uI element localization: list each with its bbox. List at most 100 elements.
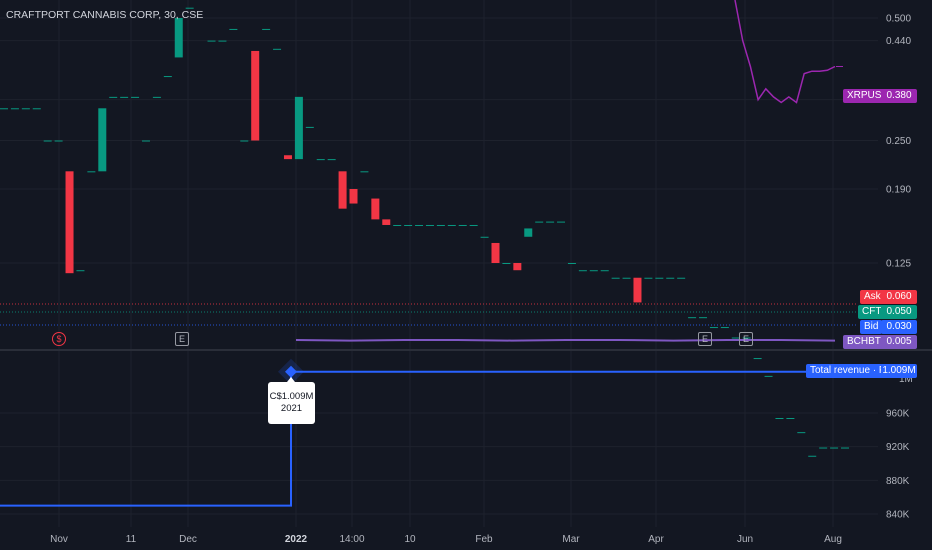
candle (21, 108, 30, 110)
candle (764, 375, 773, 377)
price-axis-tick-label: 0.500 (886, 14, 911, 25)
candle (174, 18, 183, 58)
candle (709, 327, 718, 329)
candle (546, 221, 555, 223)
revenue-axis-tick-label: 920K (886, 442, 910, 453)
candle (141, 140, 150, 142)
candle (677, 277, 686, 279)
candle (513, 263, 522, 271)
candle (316, 159, 325, 161)
time-axis-tick-label: Dec (179, 534, 197, 545)
bchbtc-line (295, 339, 836, 342)
candle (524, 228, 533, 237)
time-axis-tick-label: 2022 (285, 534, 308, 545)
chart-canvas[interactable]: 0.5000.4400.3150.2500.1900.125960K920K88… (0, 0, 932, 550)
candle (10, 108, 19, 110)
candle (207, 40, 216, 42)
candle (240, 140, 249, 142)
revenue-axis-tick-label: 880K (886, 476, 910, 487)
candle (0, 108, 8, 110)
candle (775, 418, 784, 420)
earnings-event-icon[interactable]: E (739, 332, 753, 346)
candle (469, 224, 478, 226)
candle (841, 447, 849, 449)
candle (382, 219, 391, 225)
candle (458, 224, 467, 226)
time-axis-tick-label: Aug (824, 534, 842, 545)
candle (76, 270, 85, 272)
candle (644, 277, 653, 279)
candle (43, 140, 52, 142)
earnings-event-icon[interactable]: E (698, 332, 712, 346)
candle (425, 224, 434, 226)
candle (578, 270, 587, 272)
candle (152, 96, 161, 98)
time-axis-tick-label: 10 (404, 534, 416, 545)
candle (480, 236, 489, 238)
time-axis-tick-label: 14:00 (339, 534, 364, 545)
candle (830, 447, 839, 449)
revenue-tooltip: C$1.009M 2021 (268, 382, 315, 424)
time-axis-tick-label: 11 (126, 534, 137, 545)
candle (393, 224, 402, 226)
candle (87, 171, 96, 173)
candle (98, 108, 107, 172)
candle (349, 189, 358, 204)
price-axis-tick-label: 0.125 (886, 259, 911, 270)
candle (491, 242, 500, 263)
candle (251, 50, 260, 141)
candle (753, 358, 762, 360)
candle (557, 221, 566, 223)
candle (567, 263, 576, 264)
ask-value: 0.060 (881, 290, 917, 304)
time-axis-tick-label: Feb (475, 534, 493, 545)
candle (327, 159, 336, 161)
candle (720, 327, 729, 329)
time-axis-tick-label: Apr (648, 534, 664, 545)
candle (109, 96, 118, 98)
candle (229, 28, 238, 30)
candle (218, 40, 227, 42)
candle (163, 76, 172, 78)
price-axis-tick-label: 0.190 (886, 185, 911, 196)
candle (655, 277, 664, 279)
candle (666, 277, 675, 279)
candle (447, 224, 456, 226)
candle (589, 270, 598, 272)
candle (633, 277, 642, 303)
earnings-event-icon[interactable]: E (175, 332, 189, 346)
xrpusd-value: 0.380 (881, 89, 917, 103)
bid-label: Bid (860, 320, 883, 334)
price-axis-tick-label: 0.440 (886, 36, 911, 47)
candle (120, 96, 129, 98)
candle (600, 270, 609, 272)
time-axis-tick-label: Nov (50, 534, 68, 545)
candle (54, 140, 63, 142)
revenue-axis-tick-label: 960K (886, 409, 910, 420)
candle (360, 171, 369, 173)
dividend-event-icon[interactable]: $ (52, 332, 66, 346)
candle (808, 455, 817, 457)
candle (797, 432, 806, 434)
candle (622, 277, 631, 279)
candle (502, 263, 511, 264)
candle (611, 277, 620, 279)
tooltip-value: C$1.009M (269, 391, 314, 402)
bid-value: 0.030 (881, 320, 917, 334)
candle (32, 108, 41, 110)
candle (819, 447, 828, 449)
time-axis-tick-label: Jun (737, 534, 753, 545)
candle (65, 171, 74, 274)
xrpusd-line (734, 0, 836, 104)
candle (404, 224, 413, 226)
candle (283, 155, 292, 160)
candle (699, 317, 708, 319)
candle (131, 96, 140, 98)
candle (436, 224, 445, 226)
price-axis-tick-label: 0.250 (886, 136, 911, 147)
candle (273, 48, 282, 50)
time-axis-tick-label: Mar (562, 534, 580, 545)
candle (688, 317, 697, 319)
candle (262, 28, 271, 30)
symbol-title: CRAFTPORT CANNABIS CORP, 30, CSE (6, 9, 204, 21)
